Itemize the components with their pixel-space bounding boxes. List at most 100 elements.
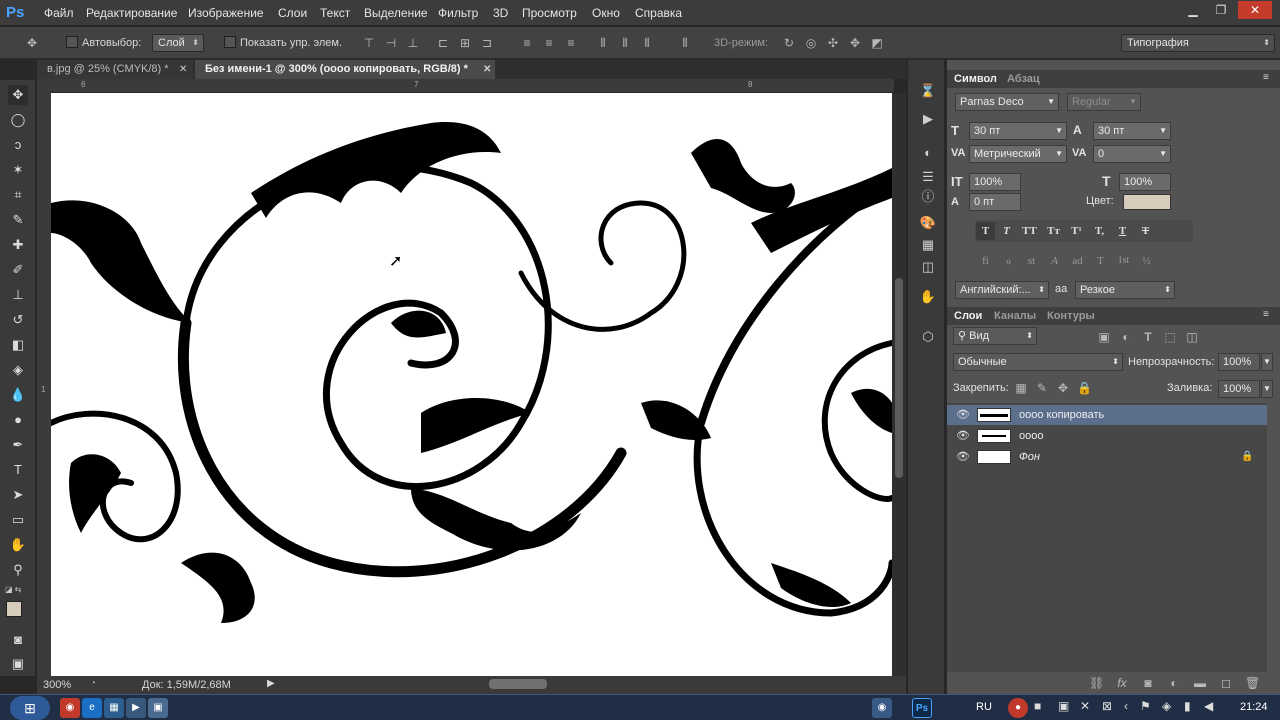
- tab-document-2[interactable]: Без имени-1 @ 300% (оооо копировать, RGB…: [195, 60, 495, 79]
- swap-colors-icon[interactable]: ◪ ⇆: [5, 585, 21, 594]
- add-mask-icon[interactable]: ◙: [1141, 676, 1155, 690]
- fractions-button[interactable]: ½: [1137, 252, 1156, 270]
- layer-row[interactable]: 👁 Фон 🔒: [947, 447, 1267, 467]
- menu-window[interactable]: Окно: [592, 6, 620, 20]
- quick-mask-icon[interactable]: ◙: [8, 630, 28, 650]
- faux-bold-button[interactable]: T: [976, 222, 995, 240]
- swatches-panel-icon[interactable]: ▦: [919, 236, 937, 254]
- lock-pixels-icon[interactable]: ✎: [1035, 381, 1049, 395]
- menu-image[interactable]: Изображение: [188, 6, 264, 20]
- opacity-field[interactable]: 100%: [1218, 353, 1260, 371]
- horizontal-scale-field[interactable]: 100%: [1119, 173, 1171, 191]
- blend-mode-select[interactable]: Обычные ⬍: [953, 353, 1123, 371]
- align-top-icon[interactable]: ⊤: [362, 36, 376, 50]
- lasso-tool-icon[interactable]: ↄ: [8, 135, 28, 155]
- leading-field[interactable]: 30 пт ▼: [1093, 122, 1171, 140]
- move-tool-icon[interactable]: ✥: [8, 85, 28, 105]
- chrome-task-icon[interactable]: ◉: [872, 698, 892, 718]
- discretionary-ligatures-button[interactable]: st: [1022, 252, 1041, 270]
- align-left-icon[interactable]: ⊏: [436, 36, 450, 50]
- 3d-slide-icon[interactable]: ✥: [848, 36, 862, 50]
- tab-layers[interactable]: Слои: [954, 310, 982, 322]
- tab-document-1[interactable]: в.jpg @ 25% (CMYK/8) * ✕: [37, 60, 193, 79]
- vertical-scale-field[interactable]: 100%: [969, 173, 1021, 191]
- kerning-field[interactable]: Метрический ▼: [969, 145, 1067, 163]
- clock[interactable]: 21:24: [1240, 701, 1268, 713]
- filter-pixel-icon[interactable]: ▣: [1097, 330, 1111, 344]
- restore-button[interactable]: ❐: [1208, 1, 1234, 19]
- menu-filter[interactable]: Фильтр: [438, 6, 478, 20]
- menu-help[interactable]: Справка: [635, 6, 682, 20]
- small-caps-button[interactable]: Tт: [1044, 222, 1063, 240]
- link-layers-icon[interactable]: ⛓: [1089, 676, 1104, 690]
- document-canvas[interactable]: ➚: [51, 93, 892, 676]
- history-panel-icon[interactable]: ⌛: [919, 82, 937, 100]
- minimize-button[interactable]: ▁: [1180, 1, 1206, 19]
- fill-field[interactable]: 100%: [1218, 380, 1260, 398]
- actions-panel-icon[interactable]: ▶: [919, 110, 937, 128]
- align-vcenter-icon[interactable]: ⊣: [384, 36, 398, 50]
- workspace-dropdown[interactable]: Типография ⬍: [1121, 34, 1275, 52]
- strikethrough-button[interactable]: T: [1136, 222, 1155, 240]
- 3d-scale-icon[interactable]: ◩: [870, 36, 884, 50]
- paint-bucket-icon[interactable]: ◈: [8, 360, 28, 380]
- tab-paragraph[interactable]: Абзац: [1007, 73, 1040, 85]
- distribute-right-icon[interactable]: ⦀: [640, 36, 654, 50]
- lock-transparency-icon[interactable]: ▦: [1014, 381, 1028, 395]
- all-caps-button[interactable]: TT: [1020, 222, 1039, 240]
- filter-type-icon[interactable]: T: [1141, 330, 1155, 344]
- 3d-rotate-icon[interactable]: ↻: [782, 36, 796, 50]
- visibility-eye-icon[interactable]: 👁: [956, 426, 970, 446]
- new-group-icon[interactable]: ▬: [1193, 676, 1207, 690]
- blur-tool-icon[interactable]: 💧: [8, 385, 28, 405]
- layer-filter-select[interactable]: ⚲ Вид ⬍: [953, 327, 1037, 345]
- adjustment-layer-icon[interactable]: ◐: [1167, 676, 1181, 690]
- history-brush-icon[interactable]: ↺: [8, 310, 28, 330]
- align-bottom-icon[interactable]: ⊥: [406, 36, 420, 50]
- screen-mode-icon[interactable]: ▣: [8, 654, 28, 674]
- eyedropper-icon[interactable]: ✎: [8, 210, 28, 230]
- align-hcenter-icon[interactable]: ⊞: [458, 36, 472, 50]
- tray-icon-3[interactable]: ⊠: [1102, 699, 1112, 713]
- tray-icon-4[interactable]: ◈: [1162, 699, 1171, 713]
- flag-icon[interactable]: ⚑: [1140, 699, 1151, 713]
- distribute-top-icon[interactable]: ≡: [520, 36, 534, 50]
- brush-presets-icon[interactable]: ◫: [919, 258, 937, 276]
- adjustments-panel-icon[interactable]: ◐: [919, 144, 937, 162]
- menu-type[interactable]: Текст: [320, 6, 350, 20]
- menu-file[interactable]: Файл: [44, 6, 74, 20]
- menu-view[interactable]: Просмотр: [522, 6, 577, 20]
- 3d-roll-icon[interactable]: ◎: [804, 36, 818, 50]
- opacity-slider-toggle[interactable]: ▼: [1261, 353, 1273, 371]
- lock-all-icon[interactable]: 🔒: [1077, 381, 1092, 395]
- color-panel-icon[interactable]: 🎨: [919, 214, 937, 232]
- close-icon[interactable]: ✕: [179, 60, 187, 79]
- app-icon[interactable]: ▣: [148, 698, 168, 718]
- titling-alternates-button[interactable]: T: [1091, 252, 1110, 270]
- tray-icon-2[interactable]: ✕: [1080, 699, 1090, 713]
- 3d-drag-icon[interactable]: ✣: [826, 36, 840, 50]
- stylistic-alternates-button[interactable]: ad: [1068, 252, 1087, 270]
- tab-channels[interactable]: Каналы: [994, 310, 1036, 322]
- brush-tool-icon[interactable]: ✐: [8, 260, 28, 280]
- path-selection-icon[interactable]: ➤: [8, 485, 28, 505]
- swash-button[interactable]: A: [1045, 252, 1064, 270]
- layer-row[interactable]: 👁 оооо копировать: [947, 405, 1267, 425]
- rectangle-tool-icon[interactable]: ▭: [8, 510, 28, 530]
- close-button[interactable]: ✕: [1238, 1, 1272, 19]
- foreground-color-swatch[interactable]: [6, 601, 22, 617]
- clone-stamp-icon[interactable]: ⊥: [8, 285, 28, 305]
- ie-icon[interactable]: e: [82, 698, 102, 718]
- type-tool-icon[interactable]: T: [8, 460, 28, 480]
- old-style-button[interactable]: ℴ: [999, 252, 1018, 270]
- font-size-field[interactable]: 30 пт ▼: [969, 122, 1067, 140]
- baseline-shift-field[interactable]: 0 пт: [969, 193, 1021, 211]
- horizontal-scroll-thumb[interactable]: [489, 679, 547, 689]
- dodge-tool-icon[interactable]: ●: [8, 410, 28, 430]
- hand-tool-icon[interactable]: ✋: [8, 535, 28, 555]
- vertical-scrollbar[interactable]: [892, 93, 906, 676]
- delete-layer-icon[interactable]: 🗑: [1245, 676, 1260, 690]
- faux-italic-button[interactable]: T: [997, 222, 1016, 240]
- volume-icon[interactable]: ◀: [1204, 699, 1213, 713]
- styles-panel-icon[interactable]: ✋: [919, 288, 937, 306]
